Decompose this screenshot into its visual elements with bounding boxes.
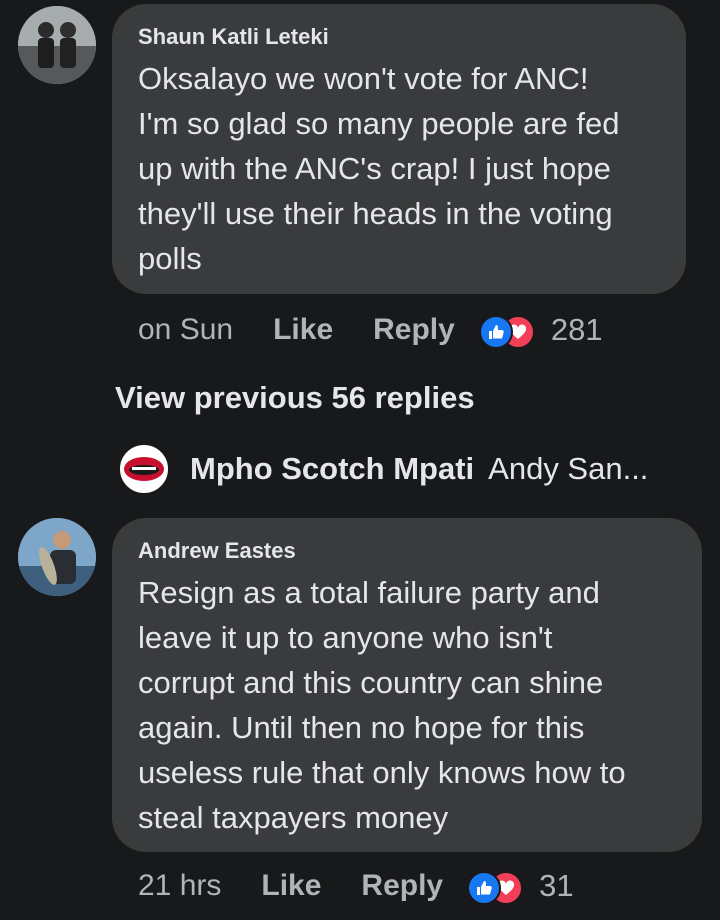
comment-line: Oksalayo we won't vote for ANC!: [138, 61, 589, 96]
comment-time[interactable]: 21 hrs: [138, 869, 221, 903]
reply-button[interactable]: Reply: [373, 313, 455, 347]
reactions[interactable]: [478, 313, 535, 349]
comment-bubble: Shaun Katli Leteki Oksalayo we won't vot…: [112, 4, 686, 294]
reaction-count[interactable]: 31: [539, 868, 573, 904]
avatar-photo: [18, 6, 96, 84]
comment-line: leave it up to anyone who isn't: [138, 620, 553, 655]
comment-line: steal taxpayers money: [138, 800, 449, 835]
avatar[interactable]: [18, 6, 96, 84]
like-icon: [467, 871, 502, 905]
comment-line: I'm so glad so many people are fed: [138, 106, 620, 141]
avatar: [118, 443, 170, 495]
comment-line: polls: [138, 241, 202, 276]
comment-text: Resign as a total failure party and leav…: [138, 570, 676, 840]
reactions[interactable]: [467, 869, 524, 905]
reply-button[interactable]: Reply: [361, 869, 443, 903]
comment-text: Oksalayo we won't vote for ANC! I'm so g…: [138, 56, 660, 281]
reaction-count[interactable]: 281: [551, 312, 603, 348]
comment-line: they'll use their heads in the voting: [138, 196, 613, 231]
like-button[interactable]: Like: [273, 313, 333, 347]
comment-author[interactable]: Andrew Eastes: [138, 538, 676, 564]
reply-preview[interactable]: Mpho Scotch Mpati Andy San...: [118, 443, 648, 495]
reply-snippet[interactable]: Andy San...: [488, 451, 648, 487]
comment-line: up with the ANC's crap! I just hope: [138, 151, 611, 186]
like-button[interactable]: Like: [261, 869, 321, 903]
comment-time[interactable]: on Sun: [138, 313, 233, 347]
comment-bubble: Andrew Eastes Resign as a total failure …: [112, 518, 702, 852]
comment-author[interactable]: Shaun Katli Leteki: [138, 24, 660, 50]
avatar[interactable]: [18, 518, 96, 596]
comment-actions: 21 hrs Like Reply 31: [138, 866, 574, 906]
view-previous-replies-link[interactable]: View previous 56 replies: [115, 378, 475, 418]
reply-author[interactable]: Mpho Scotch Mpati: [190, 451, 474, 487]
comment-line: useless rule that only knows how to: [138, 755, 626, 790]
comment-actions: on Sun Like Reply 281: [138, 310, 603, 350]
comment-line: Resign as a total failure party and: [138, 575, 600, 610]
avatar-photo: [18, 518, 96, 596]
like-icon: [478, 315, 513, 349]
comment-line: corrupt and this country can shine: [138, 665, 604, 700]
comment-line: again. Until then no hope for this: [138, 710, 585, 745]
lips-icon: [124, 457, 164, 481]
